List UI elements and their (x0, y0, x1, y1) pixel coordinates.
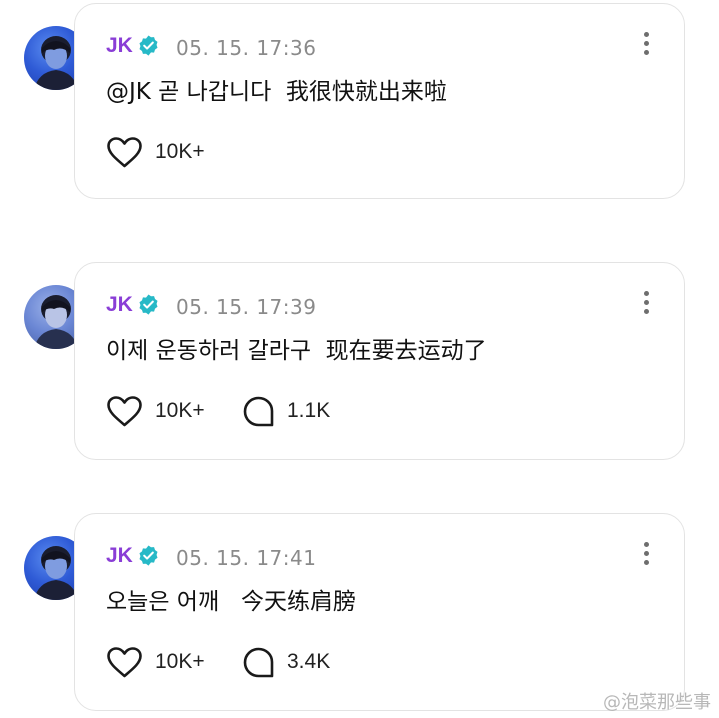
post-timestamp: 05. 15. 17:36 (176, 36, 317, 60)
more-options-icon[interactable] (642, 32, 650, 60)
watermark: @泡菜那些事 (603, 692, 711, 713)
comment-button[interactable]: 3.4K (242, 645, 330, 679)
verified-badge-icon (139, 294, 158, 315)
post-content: 오늘은 어깨 今天练肩膀 (106, 589, 357, 615)
heart-icon (107, 136, 142, 167)
post-content: 이제 운동하러 갈라구 现在要去运动了 (106, 338, 487, 364)
post-timestamp: 05. 15. 17:39 (176, 295, 317, 319)
comment-bubble-icon (243, 396, 274, 426)
like-button[interactable]: 10K+ (106, 645, 205, 679)
verified-badge-icon (139, 35, 158, 56)
comment-button[interactable]: 1.1K (242, 394, 330, 428)
author-name[interactable]: JK (106, 34, 133, 58)
like-count: 10K+ (155, 399, 205, 422)
heart-icon (107, 646, 142, 677)
verified-badge-icon (139, 545, 158, 566)
post-timestamp: 05. 15. 17:41 (176, 546, 317, 570)
like-button[interactable]: 10K+ (106, 135, 205, 169)
like-count: 10K+ (155, 650, 205, 673)
post-card: JK 05. 15. 17:36 @JK 곧 나갑니다 我很快就出来啦 10K+ (74, 3, 685, 199)
comment-bubble-icon (243, 647, 274, 677)
more-options-icon[interactable] (642, 291, 650, 319)
post-card: JK 05. 15. 17:39 이제 운동하러 갈라구 现在要去运动了 10K… (74, 262, 685, 460)
heart-icon (107, 395, 142, 426)
author-name[interactable]: JK (106, 544, 133, 568)
author-name[interactable]: JK (106, 293, 133, 317)
post-content: @JK 곧 나갑니다 我很快就出来啦 (106, 79, 447, 105)
like-count: 10K+ (155, 140, 205, 163)
post-card: JK 05. 15. 17:41 오늘은 어깨 今天练肩膀 10K+ 3.4K (74, 513, 685, 711)
more-options-icon[interactable] (642, 542, 650, 570)
like-button[interactable]: 10K+ (106, 394, 205, 428)
comment-count: 3.4K (287, 650, 331, 673)
comment-count: 1.1K (287, 399, 331, 422)
